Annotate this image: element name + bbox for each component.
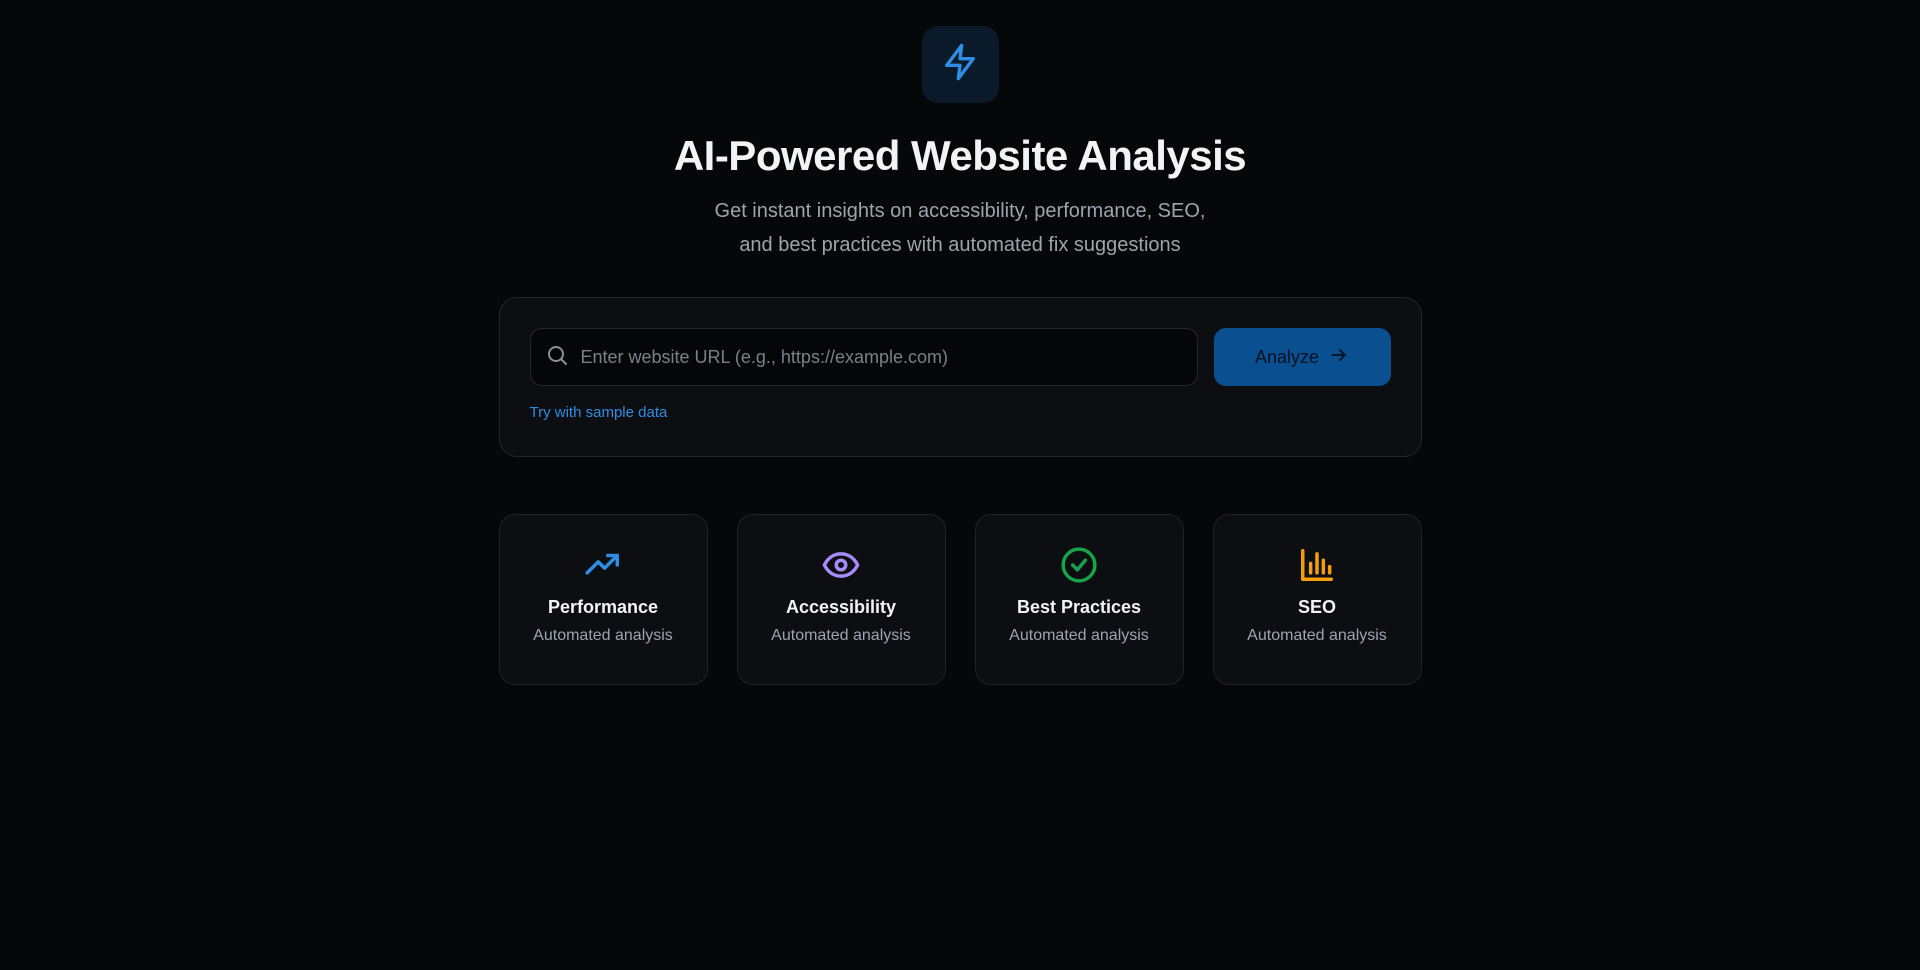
- url-search-box[interactable]: [529, 328, 1198, 386]
- check-circle-icon: [1059, 545, 1099, 585]
- page-title: AI-Powered Website Analysis: [673, 132, 1247, 179]
- feature-title: Accessibility: [785, 597, 897, 617]
- feature-title: Performance: [547, 597, 659, 617]
- bar-chart-icon: [1297, 545, 1337, 585]
- sample-data-link[interactable]: Try with sample data: [530, 404, 668, 421]
- subtitle-line-2: and best practices with automated fix su…: [739, 234, 1181, 256]
- feature-subtitle: Automated analysis: [1247, 627, 1387, 644]
- landing-page: AI-Powered Website Analysis Get instant …: [0, 0, 1920, 970]
- feature-card-seo: SEO Automated analysis: [1212, 514, 1422, 685]
- feature-card-best-practices: Best Practices Automated analysis: [974, 514, 1184, 685]
- analyze-button-label: Analyze: [1254, 346, 1320, 367]
- eye-icon: [821, 545, 861, 585]
- feature-card-accessibility: Accessibility Automated analysis: [736, 514, 946, 685]
- page-subtitle: Get instant insights on accessibility, p…: [715, 194, 1206, 262]
- trending-up-icon: [583, 545, 623, 585]
- url-input[interactable]: [568, 329, 1197, 385]
- feature-subtitle: Automated analysis: [533, 627, 673, 644]
- lightning-bolt-icon: [940, 42, 980, 87]
- feature-title: Best Practices: [1016, 597, 1142, 617]
- feature-cards: Performance Automated analysis Accessibi…: [498, 514, 1422, 685]
- search-icon: [545, 343, 569, 372]
- search-row: Analyze: [529, 328, 1391, 386]
- feature-title: SEO: [1297, 597, 1336, 617]
- feature-subtitle: Automated analysis: [1009, 627, 1149, 644]
- feature-subtitle: Automated analysis: [771, 627, 911, 644]
- logo-tile: [921, 26, 999, 103]
- subtitle-line-1: Get instant insights on accessibility, p…: [714, 200, 1206, 222]
- analyze-button[interactable]: Analyze: [1213, 328, 1391, 386]
- url-search-card: Analyze Try with sample data: [498, 297, 1422, 457]
- arrow-right-icon: [1329, 345, 1349, 370]
- feature-card-performance: Performance Automated analysis: [498, 514, 708, 685]
